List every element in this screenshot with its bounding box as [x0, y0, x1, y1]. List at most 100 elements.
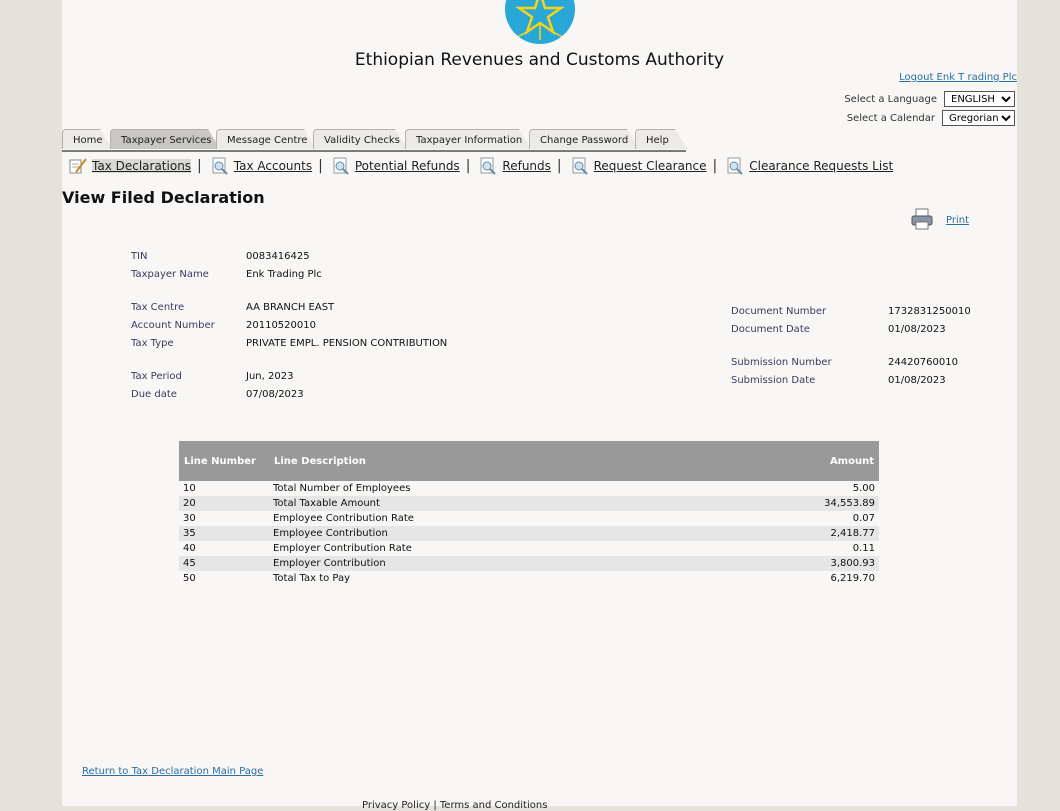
declaration-lines-table: Line Number Line Description Amount 10 T…	[179, 441, 879, 586]
taxpayer-name-value: Enk Trading Plc	[246, 269, 322, 280]
separator: |	[465, 158, 471, 174]
document-number-label: Document Number	[731, 306, 827, 317]
line-number: 40	[183, 543, 196, 554]
main-tab-bar: Home Taxpayer Services Message Centre Va…	[62, 129, 686, 152]
separator: |	[318, 158, 323, 174]
account-number-value: 20110520010	[246, 320, 316, 331]
printer-icon	[910, 208, 934, 233]
logout-link[interactable]: Logout Enk T rading Plc	[899, 72, 1017, 83]
tax-centre-value: AA BRANCH EAST	[246, 302, 335, 313]
line-number: 50	[183, 573, 196, 584]
table-header-row: Line Number Line Description Amount	[179, 441, 879, 481]
col-amount: Amount	[706, 441, 879, 481]
subnav-request-clearance[interactable]: Request Clearance	[568, 157, 707, 175]
calendar-select[interactable]: Gregorian	[942, 110, 1015, 126]
sub-navigation: Tax Declarations | Tax Accounts | Potent…	[66, 155, 893, 177]
line-amount: 2,418.77	[706, 526, 879, 541]
table-row: 30 Employee Contribution Rate 0.07	[179, 511, 879, 526]
tax-period-label: Tax Period	[131, 371, 182, 382]
return-to-main-page-link[interactable]: Return to Tax Declaration Main Page	[82, 766, 263, 777]
line-number: 10	[183, 483, 196, 494]
subnav-label: Clearance Requests List	[749, 159, 894, 173]
page-container: Ethiopian Revenues and Customs Authority…	[62, 0, 1017, 811]
line-amount: 5.00	[852, 483, 875, 494]
table-row: 50 Total Tax to Pay 6,219.70	[179, 571, 879, 586]
submission-number-label: Submission Number	[731, 357, 832, 368]
col-line-number: Line Number	[179, 441, 269, 481]
submission-date-value: 01/08/2023	[888, 375, 946, 386]
page-header-title: Ethiopian Revenues and Customs Authority	[354, 50, 725, 70]
tax-type-label: Tax Type	[131, 338, 174, 349]
subnav-label: Request Clearance	[593, 159, 707, 173]
document-date-label: Document Date	[731, 324, 810, 335]
document-number-value: 1732831250010	[888, 306, 971, 317]
line-description: Employer Contribution	[269, 556, 707, 571]
line-description: Employee Contribution	[269, 526, 707, 541]
line-number: 30	[183, 513, 196, 524]
tab-taxpayer-information[interactable]: Taxpayer Information	[405, 129, 531, 149]
separator: |	[556, 158, 562, 174]
page-title: View Filed Declaration	[62, 188, 265, 207]
tab-help[interactable]: Help	[635, 129, 687, 149]
line-number: 20	[179, 496, 269, 511]
table-row: 40 Employer Contribution Rate 0.11	[179, 541, 879, 556]
subnav-tax-accounts[interactable]: Tax Accounts	[208, 157, 312, 175]
line-description: Employer Contribution Rate	[273, 543, 412, 554]
line-amount: 3,800.93	[706, 556, 879, 571]
magnifier-document-icon	[210, 157, 230, 175]
separator: |	[197, 158, 202, 174]
tab-validity-checks[interactable]: Validity Checks	[313, 129, 407, 149]
print-button[interactable]: Print	[910, 208, 969, 233]
separator: |	[712, 158, 718, 174]
ethiopia-emblem-icon	[505, 0, 575, 44]
subnav-label: Potential Refunds	[354, 159, 460, 173]
line-amount: 6,219.70	[830, 573, 875, 584]
line-description: Total Number of Employees	[273, 483, 411, 494]
tin-label: TIN	[131, 251, 148, 262]
print-label: Print	[946, 215, 970, 226]
tab-taxpayer-services[interactable]: Taxpayer Services	[110, 129, 220, 149]
calendar-selector-row: Select a Calendar Gregorian	[847, 110, 1015, 126]
subnav-tax-declarations[interactable]: Tax Declarations	[66, 157, 192, 175]
line-amount: 0.07	[852, 513, 875, 524]
subnav-refunds[interactable]: Refunds	[476, 157, 551, 175]
line-description: Total Tax to Pay	[273, 573, 351, 584]
language-label: Select a Language	[844, 93, 937, 105]
line-amount: 0.11	[852, 543, 875, 554]
language-select[interactable]: ENGLISH	[944, 91, 1015, 107]
taxpayer-name-label: Taxpayer Name	[131, 269, 209, 280]
submission-date-label: Submission Date	[731, 375, 816, 386]
subnav-label: Refunds	[502, 159, 551, 173]
subnav-label: Tax Accounts	[233, 159, 313, 173]
document-info: Document Number 1732831250010 Document D…	[731, 306, 991, 396]
table-row: 10 Total Number of Employees 5.00	[179, 481, 879, 496]
tab-message-centre[interactable]: Message Centre	[216, 129, 316, 149]
table-row: 35 Employee Contribution 2,418.77	[179, 526, 879, 541]
document-date-value: 01/08/2023	[888, 324, 946, 335]
language-selector-row: Select a Language ENGLISH	[844, 91, 1015, 107]
tax-type-value: PRIVATE EMPL. PENSION CONTRIBUTION	[246, 338, 448, 349]
table-row: 20 Total Taxable Amount 34,553.89	[179, 496, 879, 511]
tin-value: 0083416425	[246, 251, 310, 262]
magnifier-document-icon	[725, 157, 745, 175]
taxpayer-info: TIN 0083416425 Taxpayer Name Enk Trading…	[131, 251, 531, 401]
tab-home[interactable]: Home	[62, 129, 112, 149]
col-line-description: Line Description	[269, 441, 707, 481]
calendar-label: Select a Calendar	[846, 112, 935, 124]
tax-centre-label: Tax Centre	[131, 302, 185, 313]
magnifier-document-icon	[478, 157, 498, 175]
line-amount: 34,553.89	[706, 496, 879, 511]
subnav-clearance-requests-list[interactable]: Clearance Requests List	[723, 157, 893, 175]
account-number-label: Account Number	[131, 320, 215, 331]
due-date-value: 07/08/2023	[246, 389, 304, 400]
line-description: Total Taxable Amount	[269, 496, 707, 511]
subnav-potential-refunds[interactable]: Potential Refunds	[329, 157, 460, 175]
magnifier-document-icon	[331, 157, 351, 175]
line-description: Employee Contribution Rate	[273, 513, 414, 524]
tax-period-value: Jun, 2023	[246, 371, 294, 382]
tab-change-password[interactable]: Change Password	[529, 129, 639, 149]
submission-number-value: 24420760010	[888, 357, 958, 368]
line-number: 35	[179, 526, 269, 541]
line-number: 45	[179, 556, 269, 571]
magnifier-document-icon	[570, 157, 590, 175]
